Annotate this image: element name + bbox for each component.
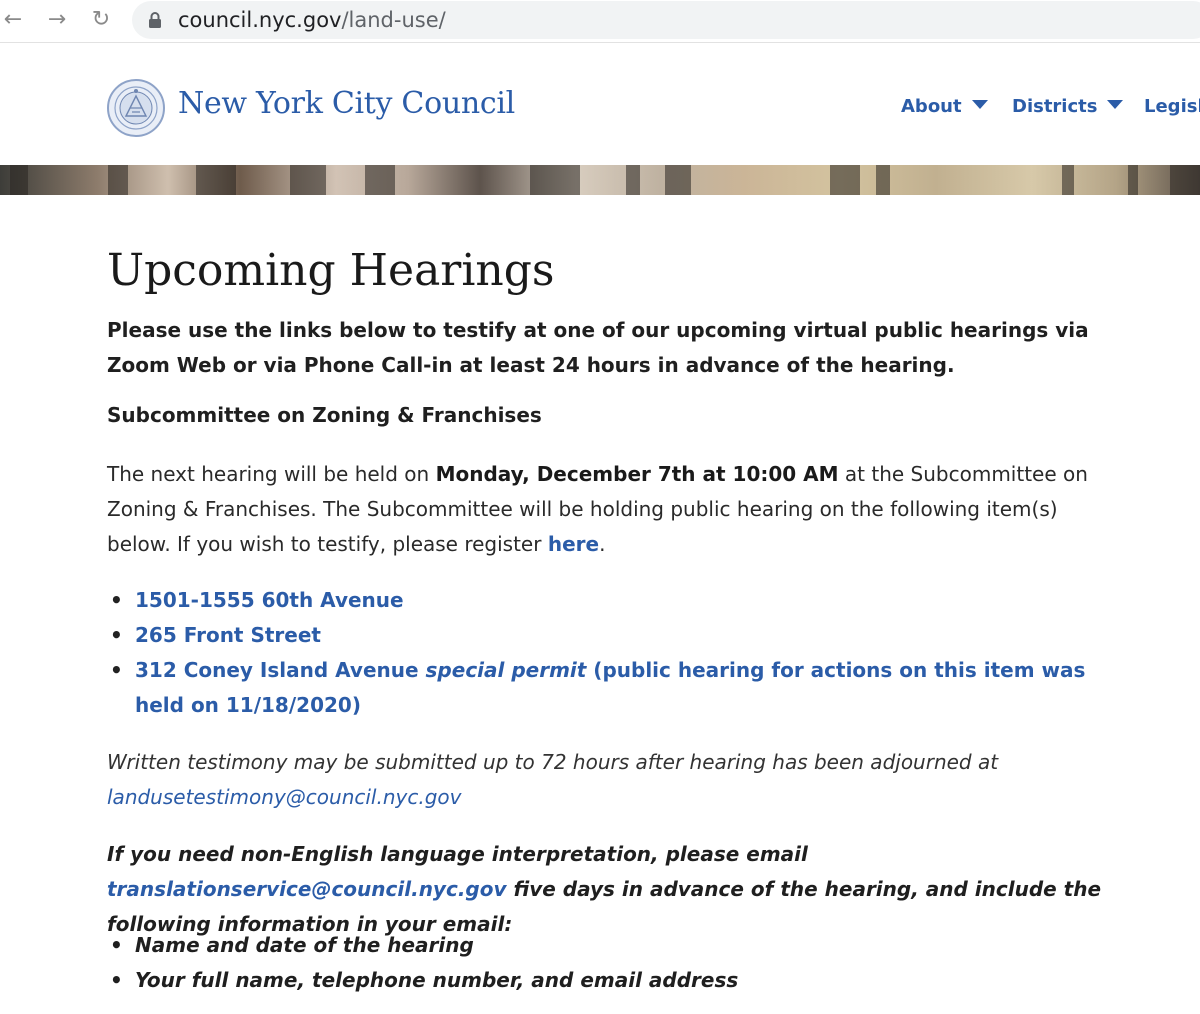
url-text: council.nyc.gov/land-use/ (178, 8, 446, 32)
nav-districts[interactable]: Districts (1012, 96, 1124, 117)
nav-legislation[interactable]: Legisla (1144, 96, 1200, 117)
hearing-description: The next hearing will be held on Monday,… (107, 462, 1088, 556)
item-link-front-street[interactable]: 265 Front Street (135, 623, 321, 647)
translation-email-link[interactable]: translationservice@council.nyc.gov (107, 877, 507, 901)
interpretation-note: If you need non-English language interpr… (107, 842, 1102, 936)
testimony-email-link[interactable]: landusetestimony@council.nyc.gov (107, 785, 461, 809)
reload-icon[interactable]: ↻ (88, 7, 114, 33)
list-item: • Name and date of the hearing (110, 933, 474, 957)
list-item: • 312 Coney Island Avenue special permit … (110, 658, 1086, 717)
hearing-date: Monday, December 7th at 10:00 AM (435, 462, 839, 486)
written-testimony-note: Written testimony may be submitted up to… (107, 750, 999, 809)
list-item: • 1501-1555 60th Avenue (110, 588, 404, 612)
item-link-60th-avenue[interactable]: 1501-1555 60th Avenue (135, 588, 404, 612)
browser-toolbar: ← → ↻ council.nyc.gov/land-use/ (0, 0, 1200, 42)
site-title[interactable]: New York City Council (178, 86, 515, 121)
caret-down-icon (971, 100, 988, 109)
subcommittee-heading: Subcommittee on Zoning & Franchises (107, 403, 542, 427)
required-info-list: • Name and date of the hearing • Your full… (107, 928, 738, 998)
nyc-seal-icon[interactable] (106, 78, 166, 138)
back-arrow-icon[interactable]: ← (0, 7, 26, 33)
banner-image (0, 165, 1200, 195)
lock-icon (149, 12, 161, 28)
address-bar[interactable]: council.nyc.gov/land-use/ (132, 1, 1200, 39)
register-link[interactable]: here (548, 532, 599, 556)
forward-arrow-icon[interactable]: → (44, 7, 70, 33)
intro-text: Please use the links below to testify at… (107, 318, 1089, 377)
site-header: New York City Council About Districts Le… (0, 43, 1200, 165)
page-title: Upcoming Hearings (107, 245, 555, 296)
list-item: • Your full name, telephone number, and e… (110, 968, 739, 992)
hearing-items-list: • 1501-1555 60th Avenue • 265 Front Street… (107, 583, 1117, 723)
item-link-coney-island-avenue[interactable]: 312 Coney Island Avenue special permit (… (135, 658, 1085, 717)
nav-about[interactable]: About (901, 96, 988, 117)
list-item: • 265 Front Street (110, 623, 321, 647)
caret-down-icon (1107, 100, 1124, 109)
